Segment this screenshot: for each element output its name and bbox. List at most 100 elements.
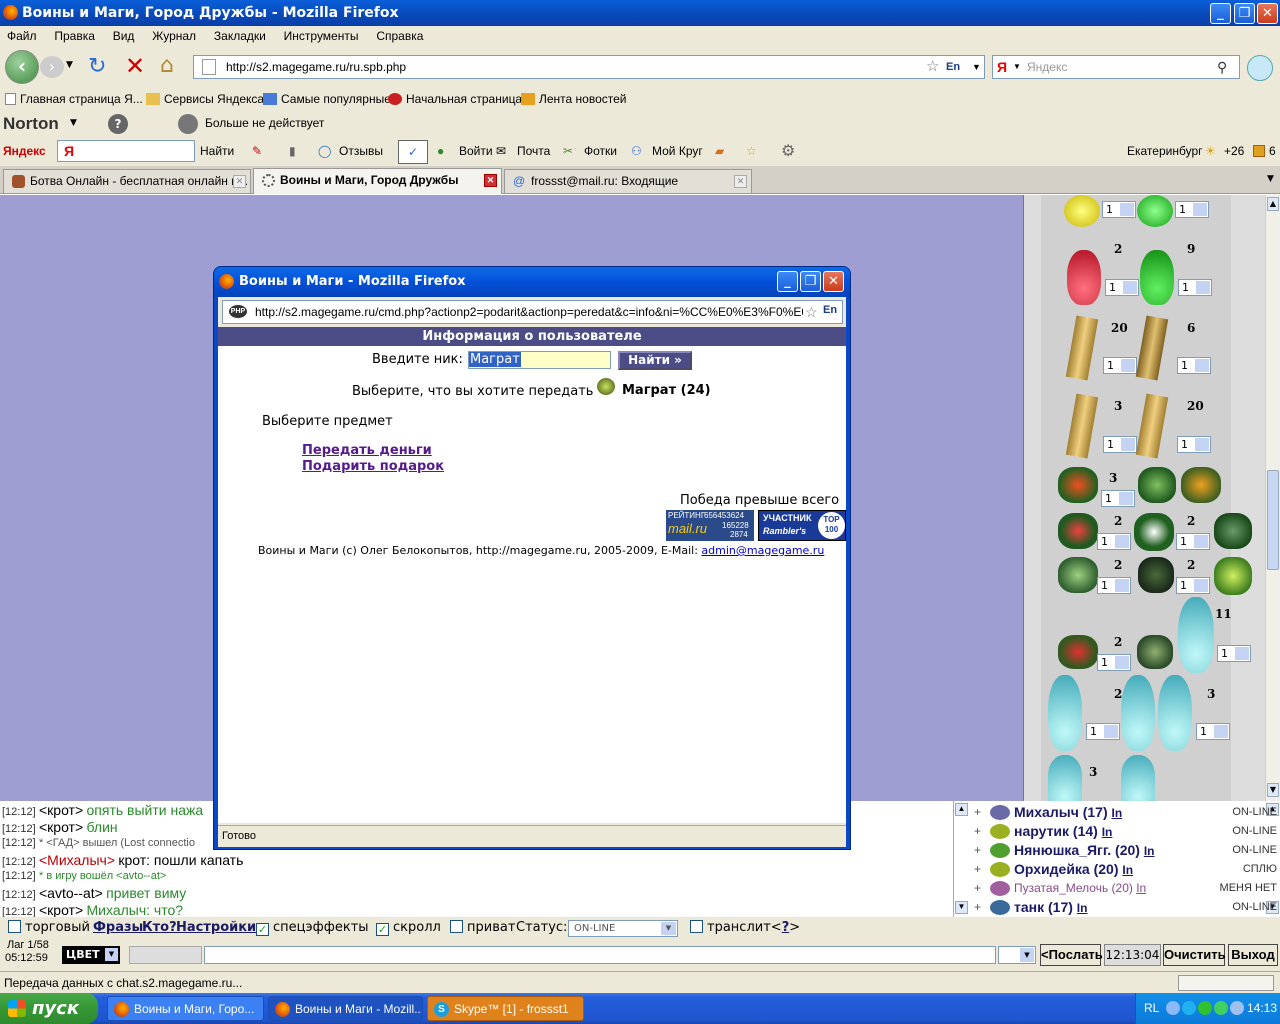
tray-icq-icon[interactable] — [1198, 1001, 1212, 1015]
bookmark-star-icon[interactable]: ☆ — [805, 301, 818, 323]
menu-view[interactable]: Вид — [113, 29, 135, 43]
blue-scroll-icon[interactable] — [1065, 315, 1099, 381]
cyan-vase-icon[interactable] — [1121, 675, 1155, 751]
user-row[interactable]: + танк (17) In ON-LINE — [974, 898, 1279, 917]
exit-button[interactable]: Выход — [1228, 944, 1278, 966]
white-flower-plant-icon[interactable] — [1134, 513, 1174, 551]
popup-minimize-button[interactable]: _ — [777, 271, 798, 292]
deliveries-icon[interactable]: ▰ — [715, 137, 724, 166]
expand-icon[interactable]: + — [974, 803, 981, 822]
user-info-link[interactable]: In — [1102, 825, 1113, 839]
user-name[interactable]: Нянюшка_Ягг. (20) In — [1014, 841, 1155, 861]
user-name[interactable]: Михалыч (17) In — [1014, 803, 1122, 823]
user-name[interactable]: Орхидейка (20) In — [1014, 860, 1133, 880]
red-scroll-icon[interactable] — [1065, 393, 1099, 459]
tab-botva[interactable]: Ботва Онлайн - бесплатная онлайн и... ✕ — [3, 169, 251, 193]
user-info-link[interactable]: In — [1136, 881, 1146, 895]
mailru-rating-counter[interactable]: РЕЙТИНГ 656453624 mail.ru 165228 2874 — [666, 510, 754, 541]
find-button[interactable]: Найти » — [618, 351, 692, 370]
quantity-select[interactable]: 1 — [1176, 577, 1210, 594]
taskbar-item-game[interactable]: Воины и Маги, Горо... — [107, 996, 264, 1021]
menu-tools[interactable]: Инструменты — [284, 29, 359, 43]
aloe-plant-icon[interactable] — [1214, 513, 1252, 549]
quantity-select[interactable]: 1 — [1097, 533, 1131, 550]
quantity-select[interactable]: 1 — [1102, 201, 1136, 218]
tray-network-icon[interactable] — [1214, 1001, 1228, 1015]
admin-email-link[interactable]: admin@magegame.ru — [701, 544, 824, 557]
norton-status[interactable]: Больше не действует — [205, 110, 324, 137]
user-name[interactable]: нарутик (14) In — [1014, 822, 1112, 842]
tray-arrow-icon[interactable] — [1166, 1001, 1180, 1015]
forward-button[interactable]: › — [40, 56, 64, 78]
cyan-vase-icon[interactable] — [1178, 597, 1214, 673]
spellcheck-icon[interactable]: ✓ — [398, 140, 428, 164]
nick-input[interactable]: Маграт — [468, 351, 611, 369]
city-label[interactable]: Екатеринбург — [1127, 137, 1203, 166]
status-select[interactable]: ON-LINE ▼ — [568, 920, 678, 937]
cyan-vase-icon[interactable] — [1048, 675, 1082, 751]
tray-volume-icon[interactable] — [1230, 1001, 1244, 1015]
userlist-scroll-down-icon[interactable]: ▼ — [955, 901, 968, 914]
expand-icon[interactable]: + — [974, 879, 981, 898]
bookmark-most-popular[interactable]: Самые популярные — [263, 88, 391, 110]
address-bar[interactable]: http://s2.magegame.ru/ru.spb.php ☆ En ▼ — [193, 55, 985, 79]
effects-checkbox[interactable]: ✓ спецэффекты — [256, 917, 369, 939]
popup-maximize-button[interactable]: ❐ — [800, 271, 821, 292]
tab-close-icon[interactable]: ✕ — [484, 174, 497, 187]
user-row[interactable]: + Орхидейка (20) In СПЛЮ — [974, 860, 1279, 879]
phrases-link[interactable]: Фразы — [93, 917, 143, 939]
quantity-select[interactable]: 1 — [1097, 654, 1131, 671]
photos-button[interactable]: Фотки — [584, 137, 617, 166]
translit-checkbox[interactable]: транслит<?> — [690, 917, 800, 939]
quantity-select[interactable]: 1 — [1105, 279, 1139, 296]
expand-icon[interactable]: + — [974, 822, 981, 841]
reviews-button[interactable]: Отзывы — [339, 137, 383, 166]
popup-address-bar[interactable]: PHP http://s2.magegame.ru/cmd.php?action… — [222, 300, 843, 324]
quantity-select[interactable]: 1 — [1097, 577, 1131, 594]
user-info-link[interactable]: In — [1144, 844, 1155, 858]
user-row[interactable]: + Нянюшка_Ягг. (20) In ON-LINE — [974, 841, 1279, 860]
who-link[interactable]: Кто? — [142, 917, 177, 939]
tab-close-icon[interactable]: ✕ — [233, 175, 246, 188]
red-flower-plant-icon[interactable] — [1058, 467, 1098, 503]
private-checkbox[interactable]: приват — [450, 917, 515, 939]
green-potion-icon[interactable] — [1140, 250, 1174, 305]
chat-nick[interactable]: <avto--at> — [39, 885, 103, 901]
chat-nick[interactable]: <крот> — [39, 902, 83, 918]
expand-icon[interactable]: + — [974, 898, 981, 917]
cyan-vase-icon[interactable] — [1158, 675, 1192, 751]
rambler-top100-counter[interactable]: УЧАСТНИК Rambler's TOP 100 — [758, 510, 846, 541]
search-icon[interactable]: ⚲ — [1217, 56, 1227, 78]
quantity-select[interactable]: 1 — [1177, 357, 1211, 374]
userlist-scroll-up-icon[interactable]: ▲ — [955, 803, 968, 816]
my-circle-button[interactable]: Мой Круг — [652, 137, 703, 166]
send-button[interactable]: <Послать — [1040, 944, 1103, 966]
help-icon[interactable]: ? — [108, 114, 128, 134]
user-name[interactable]: Пузатая_Мелочь (20) In — [1014, 879, 1146, 898]
quantity-select[interactable]: 1 — [1177, 436, 1211, 453]
favorites-star-icon[interactable]: ☆ — [746, 137, 757, 166]
inventory-scrollbar[interactable]: ▲ ▼ — [1265, 195, 1280, 801]
quantity-select[interactable]: 1 — [1103, 436, 1137, 453]
chat-nick[interactable]: <крот> — [39, 819, 83, 835]
user-info-link[interactable]: In — [1122, 863, 1133, 877]
quantity-select[interactable]: 1 — [1217, 645, 1251, 662]
user-info-link[interactable]: In — [1077, 901, 1088, 915]
quantity-select[interactable]: 1 — [1086, 723, 1120, 740]
back-button[interactable]: ‹ — [5, 50, 39, 84]
history-dropdown-icon[interactable]: ▼ — [66, 60, 73, 70]
yellow-green-plant-icon[interactable] — [1214, 557, 1252, 595]
help-link[interactable]: ? — [782, 920, 790, 935]
tab-close-icon[interactable]: ✕ — [734, 175, 747, 188]
home-icon[interactable]: ⌂ — [160, 53, 174, 78]
close-button[interactable]: ✕ — [1257, 3, 1278, 24]
cyan-vase-icon[interactable] — [1048, 755, 1082, 801]
expand-icon[interactable]: + — [974, 841, 981, 860]
chat-nick[interactable]: <Михалыч> — [39, 852, 115, 868]
black-scroll-icon[interactable] — [1135, 315, 1169, 381]
checkbox-checked[interactable]: ✓ — [256, 923, 269, 936]
settings-gear-icon[interactable]: ⚙ — [781, 137, 795, 166]
scroll-checkbox[interactable]: ✓ скролл — [376, 917, 441, 939]
dark-plant-icon[interactable] — [1138, 557, 1174, 593]
maximize-button[interactable]: ❐ — [1234, 3, 1255, 24]
